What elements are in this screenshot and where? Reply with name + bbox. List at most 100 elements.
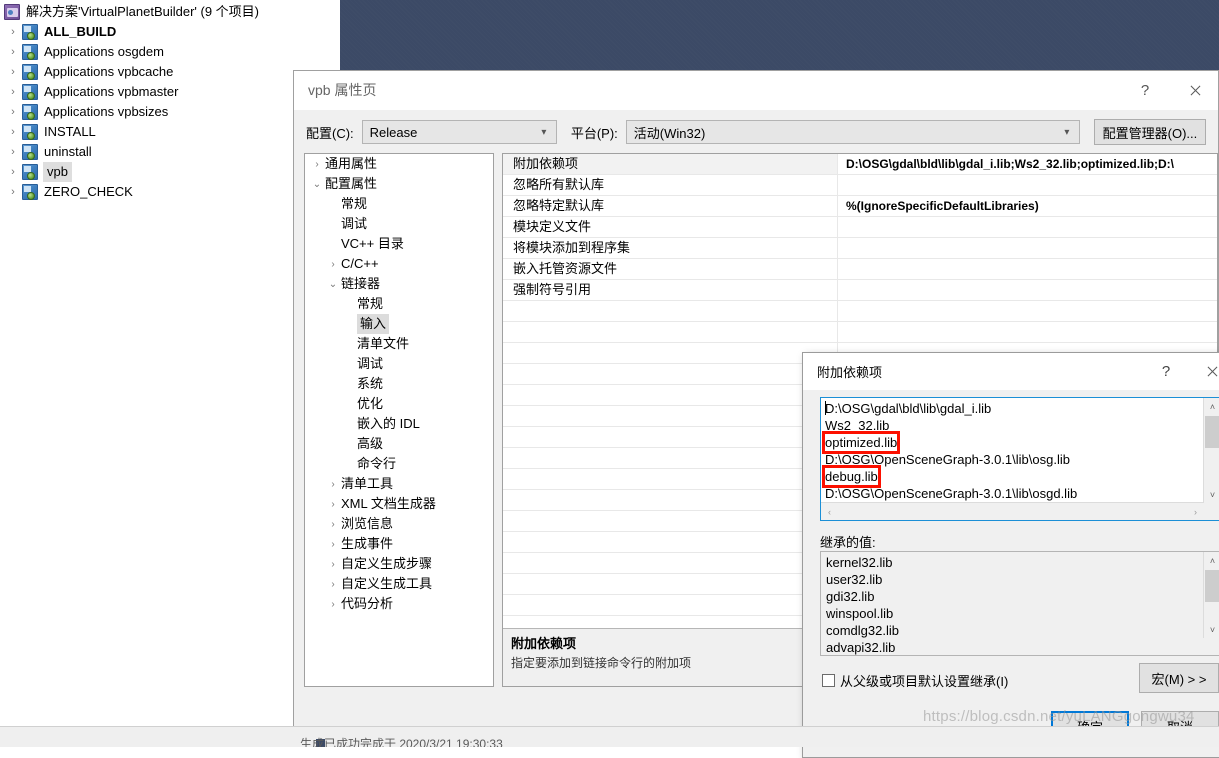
chevron-right-icon[interactable]: › bbox=[4, 142, 22, 162]
solution-project-row[interactable]: › Applications vpbmaster bbox=[0, 82, 340, 102]
property-grid-value[interactable] bbox=[838, 301, 1217, 321]
inherited-value-item[interactable]: gdi32.lib bbox=[826, 588, 1201, 605]
solution-root-row[interactable]: 解决方案'VirtualPlanetBuilder' (9 个项目) bbox=[0, 2, 340, 22]
chevron-right-icon[interactable]: › bbox=[325, 519, 341, 530]
property-tree-item[interactable]: › 自定义生成步骤 bbox=[305, 554, 493, 574]
property-grid-value[interactable] bbox=[838, 175, 1217, 195]
chevron-right-icon[interactable]: › bbox=[4, 182, 22, 202]
help-icon[interactable]: ? bbox=[1122, 71, 1168, 109]
scrollbar-thumb[interactable] bbox=[1205, 570, 1219, 602]
solution-project-row[interactable]: › Applications vpbsizes bbox=[0, 102, 340, 122]
property-grid-row[interactable]: 强制符号引用 bbox=[503, 280, 1217, 301]
scrollbar-thumb[interactable] bbox=[1205, 416, 1219, 448]
chevron-right-icon[interactable]: › bbox=[4, 122, 22, 142]
scroll-up-icon[interactable]: ˄ bbox=[1204, 552, 1219, 569]
property-grid-row[interactable]: 模块定义文件 bbox=[503, 217, 1217, 238]
chevron-right-icon[interactable]: › bbox=[309, 159, 325, 170]
solution-project-row[interactable]: › Applications osgdem bbox=[0, 42, 340, 62]
chevron-right-icon[interactable]: › bbox=[4, 22, 22, 42]
property-tree-item[interactable]: 常规 bbox=[305, 294, 493, 314]
property-tree-item[interactable]: 嵌入的 IDL bbox=[305, 414, 493, 434]
property-tree-item[interactable]: › 自定义生成工具 bbox=[305, 574, 493, 594]
macro-button[interactable]: 宏(M) > > bbox=[1139, 663, 1219, 693]
configuration-select[interactable]: Release ▾ bbox=[361, 120, 557, 144]
scroll-up-icon[interactable]: ˄ bbox=[1204, 398, 1219, 415]
inherited-value-item[interactable]: winspool.lib bbox=[826, 605, 1201, 622]
property-grid-value[interactable] bbox=[838, 280, 1217, 300]
property-tree-item[interactable]: › 代码分析 bbox=[305, 594, 493, 614]
property-grid-value[interactable] bbox=[838, 322, 1217, 342]
property-tree-item[interactable]: VC++ 目录 bbox=[305, 234, 493, 254]
chevron-right-icon[interactable]: › bbox=[4, 102, 22, 122]
solution-project-row[interactable]: › Applications vpbcache bbox=[0, 62, 340, 82]
property-tree-item[interactable]: › XML 文档生成器 bbox=[305, 494, 493, 514]
chevron-right-icon[interactable]: › bbox=[4, 162, 22, 182]
inherited-value-item[interactable]: advapi32.lib bbox=[826, 639, 1201, 655]
scroll-left-icon[interactable]: ‹ bbox=[821, 503, 838, 520]
property-grid-value[interactable]: D:\OSG\gdal\bld\lib\gdal_i.lib;Ws2_32.li… bbox=[838, 154, 1217, 174]
inherited-value-item[interactable]: user32.lib bbox=[826, 571, 1201, 588]
chevron-right-icon[interactable]: › bbox=[4, 62, 22, 82]
property-tree-item[interactable]: 清单文件 bbox=[305, 334, 493, 354]
inherited-vertical-scrollbar[interactable]: ˄ ˅ bbox=[1203, 552, 1219, 638]
inherited-value-item[interactable]: kernel32.lib bbox=[826, 554, 1201, 571]
property-grid-value[interactable] bbox=[838, 259, 1217, 279]
property-grid-value[interactable] bbox=[838, 217, 1217, 237]
chevron-right-icon[interactable]: › bbox=[325, 579, 341, 590]
scroll-down-icon[interactable]: ˅ bbox=[1204, 486, 1219, 503]
property-tree-item[interactable]: 输入 bbox=[305, 314, 493, 334]
property-grid-row[interactable]: 忽略所有默认库 bbox=[503, 175, 1217, 196]
close-icon[interactable] bbox=[1189, 353, 1219, 390]
vertical-scrollbar[interactable]: ˄ ˅ bbox=[1203, 398, 1219, 503]
property-grid-value[interactable]: %(IgnoreSpecificDefaultLibraries) bbox=[838, 196, 1217, 216]
property-tree-item[interactable]: 系统 bbox=[305, 374, 493, 394]
chevron-right-icon[interactable]: › bbox=[325, 479, 341, 490]
chevron-right-icon[interactable]: › bbox=[325, 499, 341, 510]
property-tree-item[interactable]: 命令行 bbox=[305, 454, 493, 474]
property-tree-item[interactable]: › 通用属性 bbox=[305, 154, 493, 174]
solution-project-row[interactable]: › ALL_BUILD bbox=[0, 22, 340, 42]
property-tree-item[interactable]: 调试 bbox=[305, 354, 493, 374]
property-grid-row[interactable]: 将模块添加到程序集 bbox=[503, 238, 1217, 259]
inherited-value-item[interactable]: comdlg32.lib bbox=[826, 622, 1201, 639]
chevron-right-icon[interactable]: › bbox=[325, 539, 341, 550]
inherit-checkbox-row[interactable]: 从父级或项目默认设置继承(I) bbox=[822, 671, 1008, 690]
property-tree-item[interactable]: › C/C++ bbox=[305, 254, 493, 274]
property-grid-row[interactable]: 嵌入托管资源文件 bbox=[503, 259, 1217, 280]
chevron-right-icon[interactable]: › bbox=[325, 259, 341, 270]
solution-project-row[interactable]: › uninstall bbox=[0, 142, 340, 162]
dependencies-textarea[interactable]: D:\OSG\gdal\bld\lib\gdal_i.lib Ws2_32.lib… bbox=[820, 397, 1219, 521]
solution-project-row[interactable]: › ZERO_CHECK bbox=[0, 182, 340, 202]
property-grid-row[interactable] bbox=[503, 322, 1217, 343]
property-tree-item[interactable]: 常规 bbox=[305, 194, 493, 214]
property-grid-value[interactable] bbox=[838, 238, 1217, 258]
close-icon[interactable] bbox=[1172, 71, 1218, 109]
platform-select[interactable]: 活动(Win32) ▾ bbox=[625, 120, 1080, 144]
property-tree-item[interactable]: ⌄ 配置属性 bbox=[305, 174, 493, 194]
inherited-values-list[interactable]: kernel32.lib user32.lib gdi32.lib winspool.… bbox=[820, 551, 1219, 656]
property-tree-item[interactable]: 调试 bbox=[305, 214, 493, 234]
chevron-right-icon[interactable]: › bbox=[4, 82, 22, 102]
scroll-right-icon[interactable]: › bbox=[1187, 503, 1204, 520]
chevron-right-icon[interactable]: › bbox=[325, 559, 341, 570]
property-grid-row[interactable]: 忽略特定默认库 %(IgnoreSpecificDefaultLibraries) bbox=[503, 196, 1217, 217]
property-tree-item[interactable]: 优化 bbox=[305, 394, 493, 414]
chevron-right-icon[interactable]: › bbox=[4, 42, 22, 62]
solution-project-row[interactable]: › INSTALL bbox=[0, 122, 340, 142]
property-tree-item[interactable]: › 清单工具 bbox=[305, 474, 493, 494]
chevron-down-icon[interactable]: ⌄ bbox=[309, 179, 325, 190]
scroll-down-icon[interactable]: ˅ bbox=[1204, 621, 1219, 638]
property-tree-item[interactable]: › 浏览信息 bbox=[305, 514, 493, 534]
help-icon[interactable]: ? bbox=[1143, 353, 1189, 390]
property-grid-row[interactable]: 附加依赖项 D:\OSG\gdal\bld\lib\gdal_i.lib;Ws2_… bbox=[503, 154, 1217, 175]
property-tree-item[interactable]: 高级 bbox=[305, 434, 493, 454]
configuration-manager-button[interactable]: 配置管理器(O)... bbox=[1093, 119, 1206, 145]
property-grid-row[interactable] bbox=[503, 301, 1217, 322]
property-tree-item[interactable]: › 生成事件 bbox=[305, 534, 493, 554]
chevron-right-icon[interactable]: › bbox=[325, 599, 341, 610]
chevron-down-icon[interactable]: ⌄ bbox=[325, 279, 341, 290]
horizontal-scrollbar[interactable]: ‹ › bbox=[821, 502, 1204, 520]
property-tree-item[interactable]: ⌄ 链接器 bbox=[305, 274, 493, 294]
solution-project-row[interactable]: › vpb bbox=[0, 162, 340, 182]
inherit-checkbox[interactable] bbox=[822, 674, 835, 687]
